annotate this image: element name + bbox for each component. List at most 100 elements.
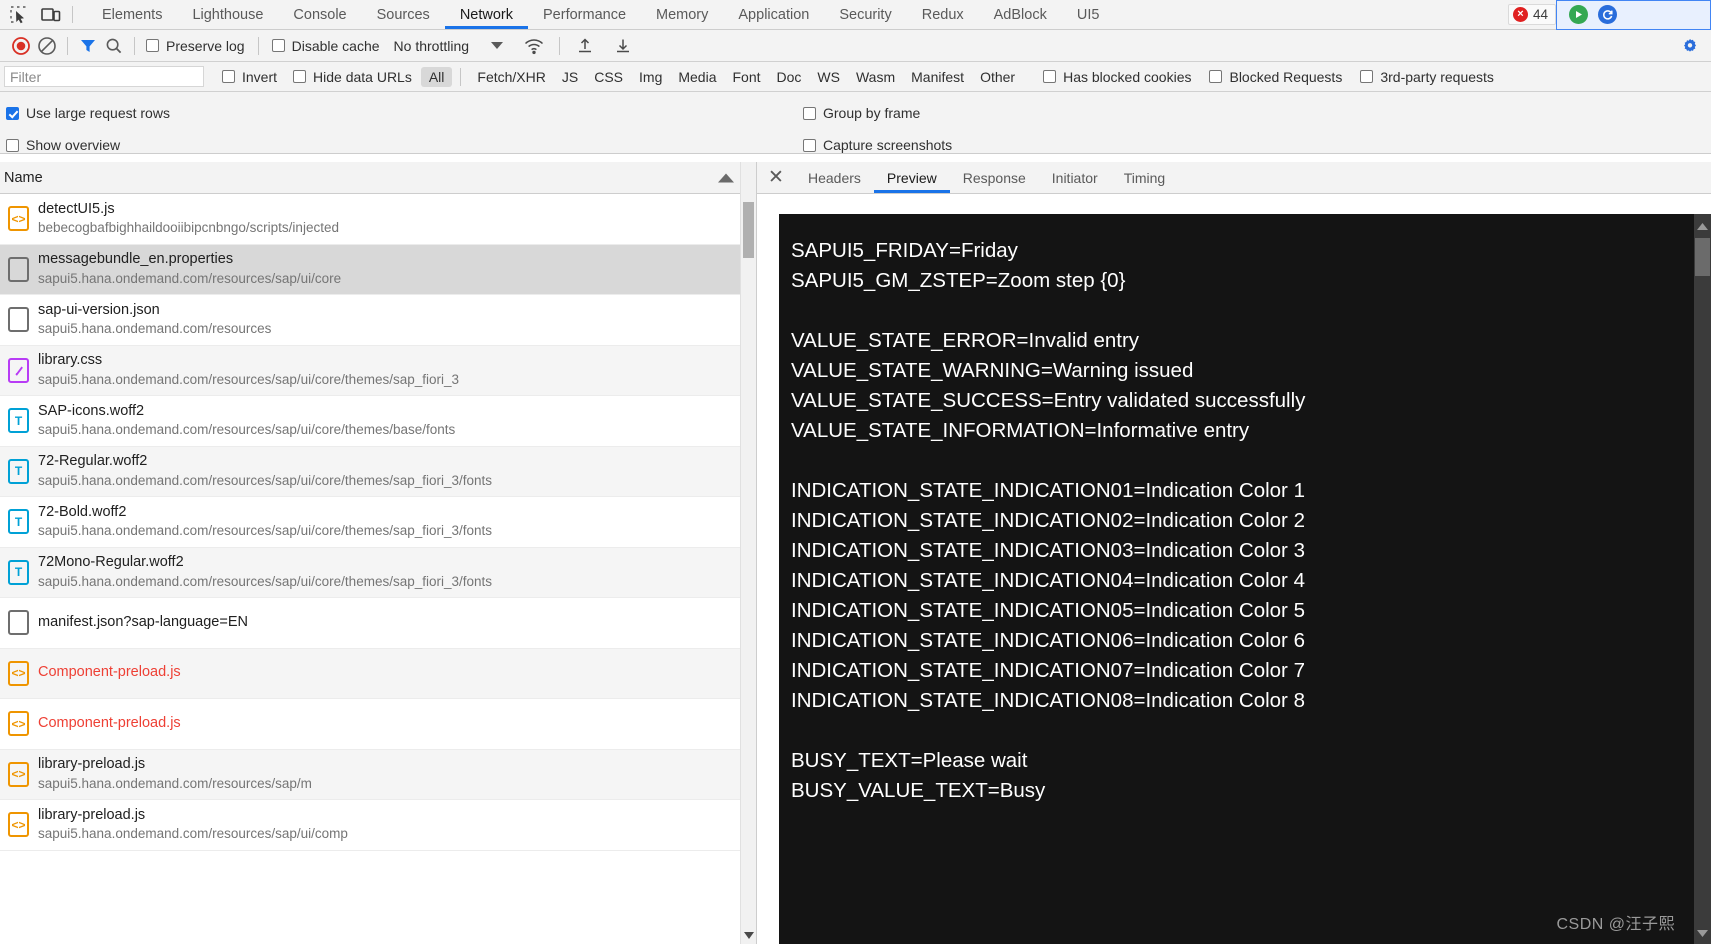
checkbox-box bbox=[1360, 70, 1374, 83]
type-filter-css[interactable]: CSS bbox=[586, 67, 631, 87]
tab-adblock[interactable]: AdBlock bbox=[979, 0, 1062, 29]
scroll-up-arrow-icon[interactable] bbox=[741, 162, 756, 178]
table-row[interactable]: <> Component-preload.js bbox=[0, 648, 756, 699]
table-row[interactable]: <> library-preload.js sapui5.hana.ondema… bbox=[0, 749, 756, 800]
tab-timing[interactable]: Timing bbox=[1111, 162, 1179, 193]
request-text: 72Mono-Regular.woff2 sapui5.hana.ondeman… bbox=[38, 553, 492, 591]
sort-ascending-icon[interactable] bbox=[718, 173, 734, 182]
invert-checkbox[interactable]: Invert bbox=[222, 69, 277, 85]
type-filter-wasm[interactable]: Wasm bbox=[848, 67, 903, 87]
throttling-select[interactable]: No throttling bbox=[394, 38, 469, 54]
has-blocked-cookies-checkbox[interactable]: Has blocked cookies bbox=[1043, 69, 1191, 85]
type-filter-fetch-xhr[interactable]: Fetch/XHR bbox=[469, 67, 553, 87]
capture-screenshots-label: Capture screenshots bbox=[823, 137, 953, 153]
error-icon: × bbox=[1512, 7, 1528, 22]
type-filter-label: WS bbox=[817, 68, 840, 85]
type-filter-media[interactable]: Media bbox=[670, 67, 724, 87]
table-row[interactable]: <> library-preload.js sapui5.hana.ondema… bbox=[0, 800, 756, 851]
filter-icon[interactable] bbox=[75, 33, 101, 59]
type-filter-all[interactable]: All bbox=[420, 66, 453, 87]
request-text: library-preload.js sapui5.hana.ondemand.… bbox=[38, 806, 348, 844]
error-count-badge[interactable]: × 44 bbox=[1507, 4, 1556, 25]
type-filter-label: Media bbox=[678, 68, 717, 85]
inspect-element-icon[interactable] bbox=[8, 4, 30, 26]
type-filter-font[interactable]: Font bbox=[725, 67, 769, 87]
capture-screenshots-checkbox[interactable]: Capture screenshots bbox=[803, 137, 952, 153]
third-party-requests-checkbox[interactable]: 3rd-party requests bbox=[1360, 69, 1494, 85]
type-filter-img[interactable]: Img bbox=[631, 67, 670, 87]
table-row[interactable]: <> detectUI5.js bebecogbafbighhaildooiib… bbox=[0, 194, 756, 245]
checkbox-box bbox=[6, 106, 19, 120]
use-large-request-rows-checkbox[interactable]: Use large request rows bbox=[6, 105, 170, 121]
preview-line: INDICATION_STATE_INDICATION02=Indication… bbox=[791, 509, 1305, 532]
show-overview-label: Show overview bbox=[26, 137, 121, 153]
search-icon[interactable] bbox=[101, 33, 127, 59]
tab-preview[interactable]: Preview bbox=[873, 162, 950, 193]
tab-memory[interactable]: Memory bbox=[641, 0, 723, 29]
hide-data-urls-checkbox[interactable]: Hide data URLs bbox=[293, 69, 412, 85]
scroll-down-arrow-icon[interactable] bbox=[741, 926, 756, 944]
import-har-icon[interactable] bbox=[572, 33, 598, 59]
chevron-down-icon[interactable] bbox=[491, 42, 504, 49]
tab-security[interactable]: Security bbox=[824, 0, 906, 29]
type-filter-other[interactable]: Other bbox=[972, 67, 1023, 87]
tab-sources[interactable]: Sources bbox=[362, 0, 445, 29]
tab-performance[interactable]: Performance bbox=[528, 0, 641, 29]
type-filter-ws[interactable]: WS bbox=[809, 67, 848, 87]
table-row[interactable]: manifest.json?sap-language=EN bbox=[0, 598, 756, 649]
network-main-area: Name <> detectUI5.js bebecogbafbighhaild… bbox=[0, 162, 1711, 944]
type-filter-js[interactable]: JS bbox=[554, 67, 586, 87]
scroll-up-arrow-icon[interactable] bbox=[1694, 214, 1711, 238]
type-filter-doc[interactable]: Doc bbox=[769, 67, 810, 87]
tab-elements[interactable]: Elements bbox=[87, 0, 177, 29]
type-filter-manifest[interactable]: Manifest bbox=[903, 67, 972, 87]
scrollbar-thumb[interactable] bbox=[743, 202, 754, 258]
tab-label: Network bbox=[459, 6, 513, 23]
record-button-icon[interactable] bbox=[8, 33, 34, 59]
table-row[interactable]: T 72-Bold.woff2 sapui5.hana.ondemand.com… bbox=[0, 497, 756, 548]
disable-cache-checkbox[interactable]: Disable cache bbox=[271, 38, 380, 54]
request-name: SAP-icons.woff2 bbox=[38, 402, 145, 419]
table-row[interactable]: library.css sapui5.hana.ondemand.com/res… bbox=[0, 345, 756, 396]
clear-network-log-icon[interactable] bbox=[34, 33, 60, 59]
tab-network[interactable]: Network bbox=[444, 0, 529, 29]
group-by-frame-checkbox[interactable]: Group by frame bbox=[803, 105, 920, 121]
blocked-requests-checkbox[interactable]: Blocked Requests bbox=[1209, 69, 1342, 85]
close-icon[interactable]: ✕ bbox=[757, 162, 795, 193]
tab-initiator[interactable]: Initiator bbox=[1039, 162, 1111, 193]
request-url: sapui5.hana.ondemand.com/resources/sap/u… bbox=[38, 270, 342, 286]
table-row[interactable]: T 72Mono-Regular.woff2 sapui5.hana.ondem… bbox=[0, 547, 756, 598]
tab-response[interactable]: Response bbox=[950, 162, 1039, 193]
tab-redux[interactable]: Redux bbox=[907, 0, 979, 29]
tab-lighthouse[interactable]: Lighthouse bbox=[177, 0, 278, 29]
table-row[interactable]: sap-ui-version.json sapui5.hana.ondemand… bbox=[0, 295, 756, 346]
show-overview-checkbox[interactable]: Show overview bbox=[6, 137, 120, 153]
table-row[interactable]: T 72-Regular.woff2 sapui5.hana.ondemand.… bbox=[0, 446, 756, 497]
filter-input[interactable] bbox=[4, 66, 204, 87]
request-list-scrollbar[interactable] bbox=[740, 162, 756, 944]
play-icon[interactable] bbox=[1569, 5, 1588, 24]
request-url: sapui5.hana.ondemand.com/resources/sap/u… bbox=[38, 371, 459, 387]
tab-headers[interactable]: Headers bbox=[795, 162, 874, 193]
preserve-log-checkbox[interactable]: Preserve log bbox=[146, 38, 245, 54]
scroll-down-arrow-icon[interactable] bbox=[1694, 922, 1711, 944]
request-name: 72-Regular.woff2 bbox=[38, 453, 148, 470]
table-row[interactable]: T SAP-icons.woff2 sapui5.hana.ondemand.c… bbox=[0, 396, 756, 447]
reload-icon[interactable] bbox=[1598, 5, 1617, 24]
device-toolbar-icon[interactable] bbox=[40, 4, 62, 26]
network-conditions-icon[interactable] bbox=[521, 33, 547, 59]
preview-scrollbar[interactable] bbox=[1694, 214, 1711, 944]
table-row[interactable]: <> Component-preload.js bbox=[0, 699, 756, 750]
js-file-icon: <> bbox=[8, 206, 29, 232]
request-text: Component-preload.js bbox=[38, 663, 181, 683]
request-text: SAP-icons.woff2 sapui5.hana.ondemand.com… bbox=[38, 402, 455, 440]
tab-application[interactable]: Application bbox=[723, 0, 824, 29]
tab-ui5[interactable]: UI5 bbox=[1062, 0, 1115, 29]
settings-gear-icon[interactable] bbox=[1677, 33, 1703, 59]
export-har-icon[interactable] bbox=[610, 33, 636, 59]
request-text: Component-preload.js bbox=[38, 714, 181, 734]
tab-console[interactable]: Console bbox=[278, 0, 361, 29]
scrollbar-thumb[interactable] bbox=[1695, 238, 1710, 276]
table-row[interactable]: messagebundle_en.properties sapui5.hana.… bbox=[0, 244, 756, 295]
request-text: 72-Bold.woff2 sapui5.hana.ondemand.com/r… bbox=[38, 503, 492, 541]
